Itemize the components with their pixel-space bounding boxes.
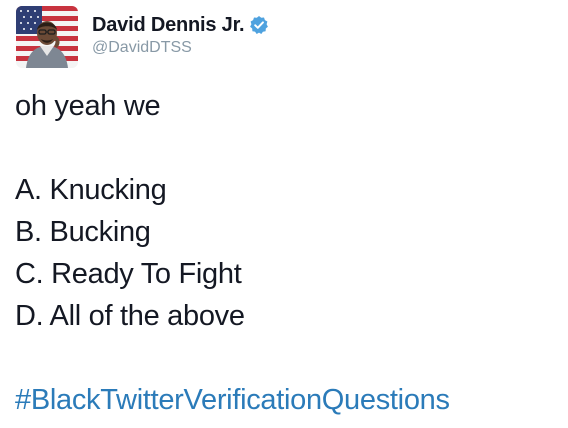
paragraph-break [15,337,555,379]
tweet-text: oh yeah we A. Knucking B. Bucking C. Rea… [15,85,555,421]
author-display-name[interactable]: David Dennis Jr. [92,14,245,37]
verified-badge-icon [249,15,269,35]
avatar-image [16,6,78,68]
option-d: D. All of the above [15,300,245,332]
option-a: A. Knucking [15,174,167,206]
avatar[interactable] [16,6,78,68]
author-handle[interactable]: @DavidDTSS [92,39,269,57]
tweet-header: David Dennis Jr. @DavidDTSS [16,6,269,68]
option-c: C. Ready To Fight [15,258,242,290]
hashtag-link[interactable]: #BlackTwitterVerificationQuestions [15,379,555,421]
name-row: David Dennis Jr. [92,13,269,37]
tweet-intro-line: oh yeah we [15,90,161,122]
paragraph-break [15,127,555,169]
author-identity: David Dennis Jr. @DavidDTSS [92,13,269,57]
option-b: B. Bucking [15,216,151,248]
tweet-card: David Dennis Jr. @DavidDTSS oh yeah we A… [0,0,568,428]
